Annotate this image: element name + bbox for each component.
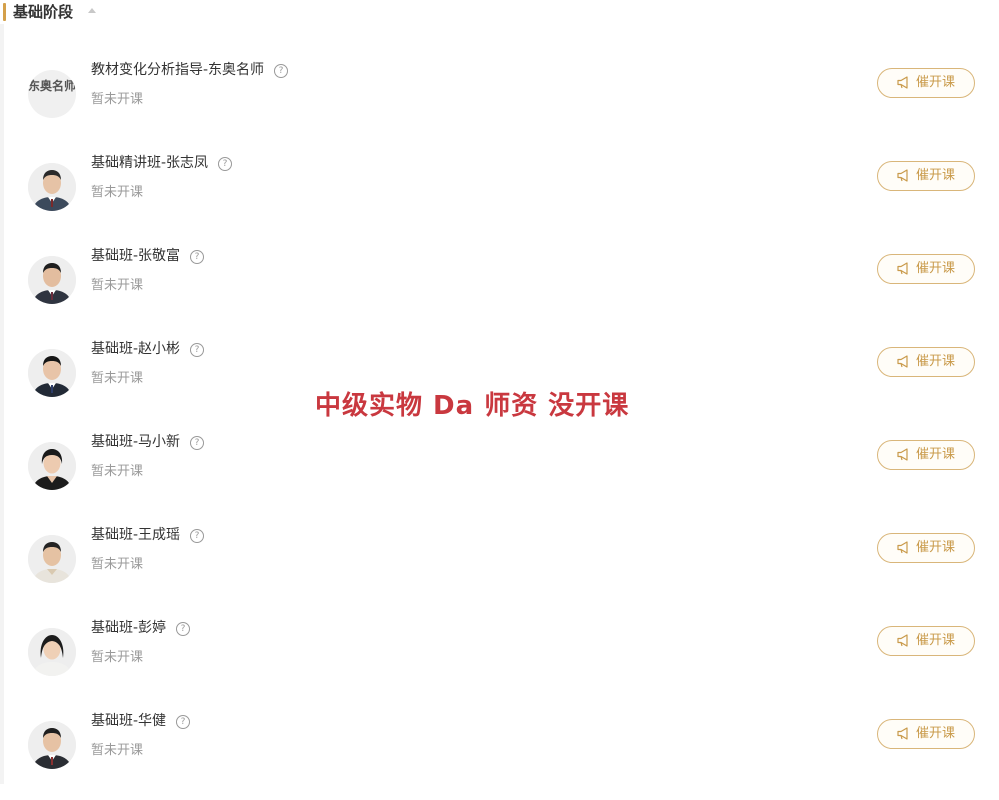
- urge-open-button[interactable]: 催开课: [877, 719, 975, 749]
- urge-open-button[interactable]: 催开课: [877, 68, 975, 98]
- course-name[interactable]: 基础班-马小新?: [91, 432, 205, 452]
- course-row: 基础班-华健? 暂未开课 催开课: [0, 707, 999, 800]
- help-icon[interactable]: ?: [176, 715, 191, 729]
- course-title: 基础班-王成瑶: [91, 527, 181, 543]
- logo: 东奥名师: [28, 79, 76, 93]
- course-name[interactable]: 基础班-赵小彬?: [91, 339, 205, 359]
- megaphone-icon: [897, 169, 908, 182]
- course-title: 教材变化分析指导-东奥名师: [91, 62, 265, 78]
- urge-open-button[interactable]: 催开课: [877, 347, 975, 377]
- course-name[interactable]: 基础班-华健?: [91, 711, 191, 731]
- course-status: 暂未开课: [91, 92, 144, 107]
- urge-open-label: 催开课: [915, 354, 955, 369]
- course-status: 暂未开课: [91, 650, 144, 665]
- avatar: [28, 721, 76, 769]
- course-title: 基础班-赵小彬: [91, 341, 181, 357]
- urge-open-button[interactable]: 催开课: [877, 440, 975, 470]
- course-status: 暂未开课: [91, 371, 144, 386]
- course-row: 基础班-张敬富? 暂未开课 催开课: [0, 242, 999, 335]
- help-icon[interactable]: ?: [190, 436, 205, 450]
- course-name[interactable]: 教材变化分析指导-东奥名师?: [91, 60, 289, 80]
- course-name[interactable]: 基础班-张敬富?: [91, 246, 205, 266]
- megaphone-icon: [897, 76, 908, 89]
- avatar: [28, 349, 76, 397]
- urge-open-button[interactable]: 催开课: [877, 626, 975, 656]
- help-icon[interactable]: ?: [218, 157, 233, 171]
- urge-open-button[interactable]: 催开课: [877, 161, 975, 191]
- urge-open-label: 催开课: [915, 261, 955, 276]
- megaphone-icon: [897, 634, 908, 647]
- course-status: 暂未开课: [91, 464, 144, 479]
- urge-open-label: 催开课: [915, 633, 955, 648]
- course-status: 暂未开课: [91, 557, 144, 572]
- course-title: 基础班-张敬富: [91, 248, 181, 264]
- course-status: 暂未开课: [91, 278, 144, 293]
- course-row: 东奥名师 教材变化分析指导-东奥名师? 暂未开课 催开课: [0, 56, 999, 149]
- help-icon[interactable]: ?: [274, 64, 289, 78]
- megaphone-icon: [897, 727, 908, 740]
- urge-open-button[interactable]: 催开课: [877, 533, 975, 563]
- megaphone-icon: [897, 541, 908, 554]
- avatar: [28, 163, 76, 211]
- course-title: 基础班-华健: [91, 713, 167, 729]
- course-name[interactable]: 基础班-王成瑶?: [91, 525, 205, 545]
- course-title: 基础班-彭婷: [91, 620, 167, 636]
- urge-open-label: 催开课: [915, 75, 955, 90]
- course-status: 暂未开课: [91, 743, 144, 758]
- course-row: 基础班-彭婷? 暂未开课 催开课: [0, 614, 999, 707]
- course-status: 暂未开课: [91, 185, 144, 200]
- urge-open-button[interactable]: 催开课: [877, 254, 975, 284]
- megaphone-icon: [897, 448, 908, 461]
- course-row: 基础精讲班-张志凤? 暂未开课 催开课: [0, 149, 999, 242]
- help-icon[interactable]: ?: [176, 622, 191, 636]
- help-icon[interactable]: ?: [190, 529, 205, 543]
- course-title: 基础班-马小新: [91, 434, 181, 450]
- urge-open-label: 催开课: [915, 540, 955, 555]
- avatar: [28, 442, 76, 490]
- avatar: [28, 256, 76, 304]
- megaphone-icon: [897, 355, 908, 368]
- megaphone-icon: [897, 262, 908, 275]
- course-name[interactable]: 基础班-彭婷?: [91, 618, 191, 638]
- avatar: 东奥名师: [28, 70, 76, 118]
- urge-open-label: 催开课: [915, 447, 955, 462]
- overlay-annotation-text: 中级实物 Da 师资 没开课: [315, 391, 630, 421]
- course-row: 基础班-王成瑶? 暂未开课 催开课: [0, 521, 999, 614]
- urge-open-label: 催开课: [915, 168, 955, 183]
- course-name[interactable]: 基础精讲班-张志凤?: [91, 153, 233, 173]
- help-icon[interactable]: ?: [190, 250, 205, 264]
- avatar: [28, 535, 76, 583]
- course-row: 基础班-马小新? 暂未开课 催开课: [0, 428, 999, 521]
- urge-open-label: 催开课: [915, 726, 955, 741]
- help-icon[interactable]: ?: [190, 343, 205, 357]
- course-title: 基础精讲班-张志凤: [91, 155, 209, 171]
- avatar: [28, 628, 76, 676]
